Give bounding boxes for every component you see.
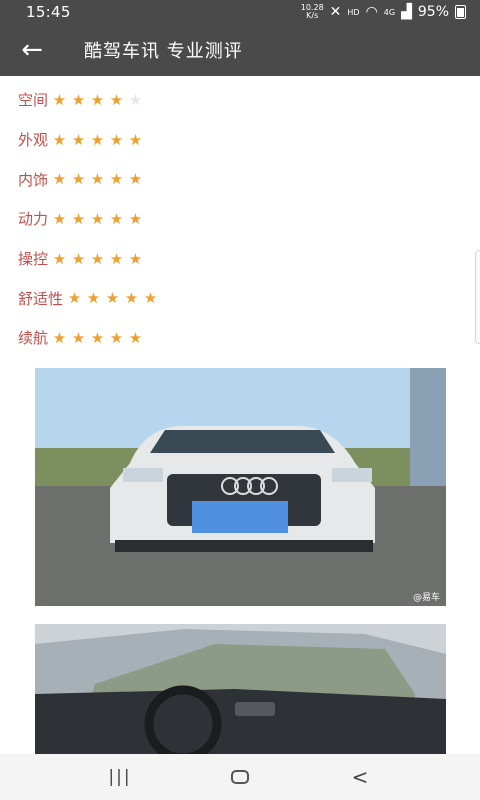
- star-icon: ★: [71, 130, 86, 149]
- rating-row: 舒适性 ★ ★ ★ ★ ★: [0, 278, 480, 318]
- star-icon: ★: [90, 170, 105, 189]
- edge-panel-handle[interactable]: [475, 250, 480, 344]
- star-icon: ★: [71, 170, 86, 189]
- star-icon: ★: [71, 90, 86, 109]
- rating-row: 内饰 ★ ★ ★ ★ ★: [0, 159, 480, 199]
- star-icon: ★: [109, 130, 124, 149]
- star-rating: ★ ★ ★ ★ ★: [51, 171, 144, 187]
- review-content[interactable]: 空间 ★ ★ ★ ★ ★ 外观 ★ ★ ★ ★ ★ 内饰 ★ ★ ★ ★ ★ 动力 ★ ★ ★ ★ ★ 操控 ★ ★ ★ ★ ★ 舒适性 ★ ★…: [0, 76, 480, 754]
- star-icon: ★: [52, 90, 67, 109]
- recent-apps-icon: |||: [108, 767, 132, 787]
- star-icon: ★: [52, 170, 67, 189]
- star-icon: ★: [128, 249, 143, 268]
- recent-apps-button[interactable]: |||: [90, 754, 150, 800]
- rating-label: 续航: [18, 329, 49, 348]
- star-icon: ★: [52, 249, 67, 268]
- star-icon: ★: [52, 130, 67, 149]
- rating-row: 续航 ★ ★ ★ ★ ★: [0, 318, 480, 358]
- star-icon: ★: [90, 209, 105, 228]
- star-icon: ★: [90, 249, 105, 268]
- rating-label: 舒适性: [18, 289, 64, 308]
- battery-icon: [455, 5, 466, 19]
- car-front-illustration: [35, 368, 446, 606]
- car-front-photo[interactable]: @易车: [35, 368, 446, 606]
- star-rating: ★ ★ ★ ★ ★: [51, 330, 144, 346]
- mute-vibrate-icon: ✕: [329, 4, 342, 20]
- rating-label: 动力: [18, 210, 49, 229]
- star-icon: ★: [71, 328, 86, 347]
- rating-label: 操控: [18, 250, 49, 269]
- home-icon: [231, 770, 249, 784]
- star-icon: ★: [128, 90, 143, 109]
- rating-row: 空间 ★ ★ ★ ★ ★: [0, 80, 480, 120]
- star-icon: ★: [124, 289, 139, 308]
- star-icon: ★: [71, 209, 86, 228]
- star-icon: ★: [109, 209, 124, 228]
- car-interior-illustration: [35, 624, 446, 754]
- rating-row: 外观 ★ ★ ★ ★ ★: [0, 120, 480, 160]
- arrow-left-icon: ←: [21, 35, 43, 65]
- star-icon: ★: [90, 130, 105, 149]
- hd-label: HD: [347, 7, 360, 17]
- star-rating: ★ ★ ★ ★ ★: [66, 290, 159, 306]
- star-icon: ★: [109, 90, 124, 109]
- star-icon: ★: [52, 328, 67, 347]
- star-icon: ★: [67, 289, 82, 308]
- star-icon: ★: [128, 130, 143, 149]
- star-icon: ★: [128, 328, 143, 347]
- battery-percent: 95%: [417, 4, 449, 20]
- star-icon: ★: [128, 170, 143, 189]
- star-icon: ★: [109, 170, 124, 189]
- page-title: 酷驾车讯 专业测评: [84, 41, 243, 62]
- network-type: 4G: [383, 7, 396, 17]
- status-bar: 15:45 10.28 K/s ✕ HD ◠ 4G ▟ 95%: [0, 0, 480, 24]
- star-icon: ★: [109, 328, 124, 347]
- rating-row: 动力 ★ ★ ★ ★ ★: [0, 199, 480, 239]
- net-speed-indicator: 10.28 K/s: [301, 4, 324, 20]
- star-icon: ★: [90, 328, 105, 347]
- star-rating: ★ ★ ★ ★ ★: [51, 92, 144, 108]
- star-icon: ★: [105, 289, 120, 308]
- star-icon: ★: [109, 249, 124, 268]
- status-icons: 10.28 K/s ✕ HD ◠ 4G ▟ 95%: [301, 4, 466, 20]
- star-icon: ★: [143, 289, 158, 308]
- star-icon: ★: [128, 209, 143, 228]
- rating-label: 外观: [18, 131, 49, 150]
- home-button[interactable]: [210, 754, 270, 800]
- star-icon: ★: [71, 249, 86, 268]
- rating-row: 操控 ★ ★ ★ ★ ★: [0, 239, 480, 279]
- chevron-left-icon: <: [351, 765, 369, 789]
- rating-label: 空间: [18, 91, 49, 110]
- back-button[interactable]: ←: [0, 24, 64, 76]
- net-speed-unit: K/s: [306, 11, 319, 20]
- photo-watermark: @易车: [412, 593, 440, 603]
- rating-list: 空间 ★ ★ ★ ★ ★ 外观 ★ ★ ★ ★ ★ 内饰 ★ ★ ★ ★ ★ 动力 ★ ★ ★ ★ ★ 操控 ★ ★ ★ ★ ★ 舒适性 ★ ★…: [0, 76, 480, 358]
- signal-icon: ▟: [401, 4, 412, 20]
- star-rating: ★ ★ ★ ★ ★: [51, 211, 144, 227]
- wifi-icon: ◠: [365, 4, 378, 20]
- nav-back-button[interactable]: <: [330, 754, 390, 800]
- system-nav-bar: ||| <: [0, 754, 480, 800]
- star-icon: ★: [52, 209, 67, 228]
- status-time: 15:45: [26, 3, 71, 21]
- car-interior-photo[interactable]: [35, 624, 446, 754]
- star-icon: ★: [90, 90, 105, 109]
- star-rating: ★ ★ ★ ★ ★: [51, 132, 144, 148]
- rating-label: 内饰: [18, 170, 49, 189]
- star-rating: ★ ★ ★ ★ ★: [51, 251, 144, 267]
- star-icon: ★: [86, 289, 101, 308]
- app-bar: ← 酷驾车讯 专业测评: [0, 24, 480, 76]
